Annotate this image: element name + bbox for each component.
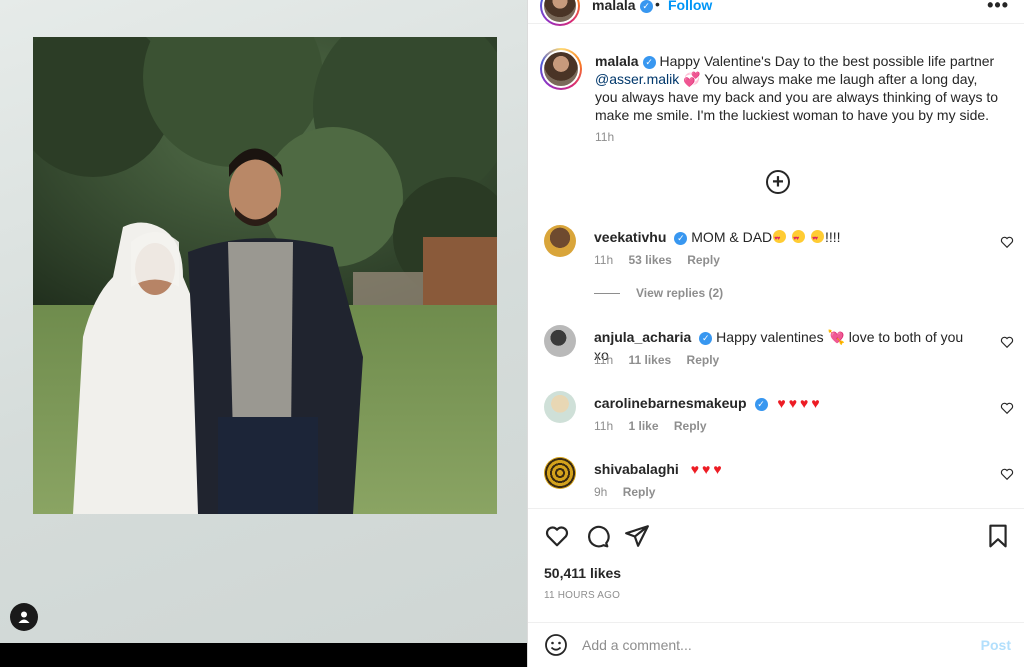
bookmark-icon[interactable] xyxy=(985,523,1011,549)
smiley-icon[interactable] xyxy=(544,633,568,657)
paper-plane-icon[interactable] xyxy=(624,523,650,549)
caption-username[interactable]: malala xyxy=(595,53,639,69)
avatar[interactable] xyxy=(540,0,580,26)
verified-badge-icon: ✓ xyxy=(642,55,656,69)
avatar[interactable] xyxy=(544,225,576,257)
comment-username[interactable]: veekativhu xyxy=(594,229,666,245)
comment-username[interactable]: shivabalaghi xyxy=(594,461,679,477)
heart-eyes-emoji-icon xyxy=(792,230,806,248)
comment-likes-count[interactable]: 11 likes xyxy=(628,353,671,367)
comment-input[interactable] xyxy=(582,631,962,659)
hearts-emoji-icon: 💞 xyxy=(683,71,701,87)
comment-text: carolinebarnesmakeup ✓ ♥ ♥ ♥ ♥ xyxy=(594,394,974,412)
tagged-user-button[interactable] xyxy=(10,603,38,631)
heart-outline-icon[interactable] xyxy=(544,523,570,549)
comment-meta: 11h 1 like Reply xyxy=(594,419,719,433)
avatar[interactable] xyxy=(540,48,582,90)
plus-circle-icon: + xyxy=(772,171,784,193)
add-comment-bar: Post xyxy=(528,622,1024,667)
more-options-icon[interactable]: ••• xyxy=(987,0,1009,16)
verified-badge-icon: ✓ xyxy=(674,231,688,245)
heart-eyes-emoji-icon xyxy=(810,230,824,248)
photo-bottom-bar xyxy=(0,643,527,667)
comment-timestamp: 11h xyxy=(594,419,614,433)
comment-timestamp: 11h xyxy=(594,353,614,367)
verified-badge-icon: ✓ xyxy=(639,0,653,13)
comment-username[interactable]: anjula_acharia xyxy=(594,329,691,345)
comment-timestamp: 9h xyxy=(594,485,608,499)
comment-bubble-icon[interactable] xyxy=(584,523,610,549)
comment-meta: 11h 11 likes Reply xyxy=(594,353,731,367)
comment-meta: 9h Reply xyxy=(594,485,667,499)
load-more-comments-button[interactable]: + xyxy=(766,170,790,194)
avatar[interactable] xyxy=(544,391,576,423)
comment-likes-count[interactable]: 1 like xyxy=(628,419,658,433)
comment-timestamp: 11h xyxy=(594,253,614,267)
red-hearts-emoji-icon: ♥ ♥ ♥ ♥ xyxy=(777,395,820,411)
comment-likes-count[interactable]: 53 likes xyxy=(628,253,671,267)
post-side-panel: malala ✓ • Follow ••• malala ✓ Happy Valen… xyxy=(527,0,1024,667)
reply-button[interactable]: Reply xyxy=(674,419,707,433)
separator-dot: • xyxy=(655,0,660,12)
heart-eyes-emoji-icon xyxy=(773,230,787,248)
reply-button[interactable]: Reply xyxy=(687,353,720,367)
view-replies-button[interactable]: View replies (2) xyxy=(594,286,723,300)
post-header: malala ✓ • Follow ••• xyxy=(528,0,1024,26)
comment-username[interactable]: carolinebarnesmakeup xyxy=(594,395,747,411)
post-comment-button[interactable]: Post xyxy=(981,637,1011,653)
post-timestamp: 11 HOURS AGO xyxy=(544,590,621,601)
comment-text: veekativhu ✓ MOM & DAD !!!! xyxy=(594,228,974,248)
red-hearts-emoji-icon: ♥ ♥ ♥ xyxy=(690,461,722,477)
comment-body: Happy valentines xyxy=(716,329,824,345)
post-photo-pane[interactable] xyxy=(0,0,527,643)
heart-arrow-emoji-icon: 💘 xyxy=(827,329,845,345)
caption-body: Happy Valentine's Day to the best possib… xyxy=(659,53,995,69)
comment-body: MOM & DAD xyxy=(691,229,773,245)
verified-badge-icon: ✓ xyxy=(699,331,713,345)
likes-count[interactable]: 50,411 likes xyxy=(544,565,621,581)
comment-text: shivabalaghi ♥ ♥ ♥ xyxy=(594,460,974,478)
comment-body-suffix: !!!! xyxy=(824,229,841,245)
caption-mention-link[interactable]: @asser.malik xyxy=(595,71,679,87)
caption-timestamp: 11h xyxy=(595,130,615,144)
heart-outline-icon[interactable] xyxy=(1000,401,1014,415)
post-actions-bar xyxy=(528,508,1024,558)
follow-button[interactable]: Follow xyxy=(668,0,712,13)
replies-line xyxy=(594,292,620,294)
heart-outline-icon[interactable] xyxy=(1000,235,1014,249)
author-username[interactable]: malala ✓ xyxy=(592,0,653,13)
heart-outline-icon[interactable] xyxy=(1000,335,1014,349)
avatar[interactable] xyxy=(544,457,576,489)
post-image xyxy=(33,37,497,514)
user-icon xyxy=(18,611,30,623)
reply-button[interactable]: Reply xyxy=(687,253,720,267)
caption-text: malala ✓ Happy Valentine's Day to the bes… xyxy=(595,52,1000,124)
verified-badge-icon: ✓ xyxy=(754,397,768,411)
view-replies-label: View replies (2) xyxy=(636,286,724,300)
avatar[interactable] xyxy=(544,325,576,357)
heart-outline-icon[interactable] xyxy=(1000,467,1014,481)
reply-button[interactable]: Reply xyxy=(623,485,656,499)
comment-meta: 11h 53 likes Reply xyxy=(594,253,732,267)
